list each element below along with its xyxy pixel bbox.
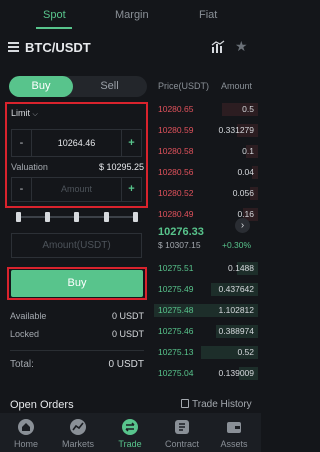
ask-price: 10280.49 [158,209,194,219]
tab-margin[interactable]: Margin [115,9,149,21]
bid-row[interactable]: 10275.48 1.102812 [154,304,258,317]
bid-price: 10275.13 [158,347,194,357]
orderbook-price-header: Price(USDT) [158,81,209,91]
bid-row[interactable]: 10275.13 0.52 [154,346,258,359]
price-input[interactable]: 10264.46 [32,130,121,156]
ask-amount: 0.04 [237,167,254,177]
trade-history-label: Trade History [192,399,252,410]
divider [10,350,144,351]
chart-icon[interactable] [211,40,225,54]
price-change: +0.30% [222,240,252,250]
slider-mark-50[interactable] [74,212,79,222]
ask-amount: 0.5 [242,104,254,114]
buy-button[interactable]: Buy [11,270,143,297]
nav-trade[interactable]: Trade [104,413,156,452]
valuation-label: Valuation [11,162,48,172]
bid-price: 10275.48 [158,305,194,315]
locked-value: 0 USDT [111,329,144,339]
chevron-right-icon[interactable]: › [235,218,250,233]
amount-decrement-button[interactable]: - [12,178,32,201]
ask-amount: 0.331279 [218,125,254,135]
ask-price: 10280.52 [158,188,194,198]
ask-row[interactable]: 10280.59 0.331279 [154,124,258,137]
available-label: Available [10,311,47,321]
bid-row[interactable]: 10275.49 0.437642 [154,283,258,296]
locked-label: Locked [10,329,40,339]
total-label: Total: [10,359,34,370]
pair-title[interactable]: BTC/USDT [25,40,91,55]
ask-row[interactable]: 10280.65 0.5 [154,103,258,116]
ask-amount: 0.056 [232,188,254,198]
amount-stepper: - Amount + [11,177,142,202]
bid-amount: 0.52 [237,347,254,357]
bid-amount: 0.437642 [218,284,254,294]
nav-label: Home [13,439,38,449]
ask-price: 10280.65 [158,104,194,114]
nav-assets[interactable]: Assets [208,413,260,452]
nav-label: Contract [164,439,199,449]
ask-price: 10280.56 [158,167,194,177]
sell-tab[interactable]: Sell [60,76,147,97]
last-price: 10276.33 [158,226,204,238]
slider-mark-25[interactable] [45,212,50,222]
bid-price: 10275.04 [158,368,194,378]
amount-increment-button[interactable]: + [121,178,141,201]
order-type-label: Limit [11,108,31,118]
ask-price: 10280.59 [158,125,194,135]
bid-price: 10275.49 [158,284,194,294]
home-icon [18,419,34,435]
price-increment-button[interactable]: + [121,130,141,156]
trade-history-link[interactable]: Trade History [181,399,252,410]
open-orders-title: Open Orders [10,399,74,411]
nav-label: Trade [118,439,142,449]
wallet-icon [227,422,241,433]
nav-contract[interactable]: Contract [156,413,208,452]
star-icon[interactable]: ★ [235,38,248,55]
buy-tab[interactable]: Buy [9,76,73,97]
slider-mark-100[interactable] [133,212,138,222]
bid-price: 10275.51 [158,263,194,273]
ask-row[interactable]: 10280.56 0.04 [154,166,258,179]
bid-amount: 1.102812 [218,305,254,315]
contract-icon [175,420,189,434]
bid-amount: 0.1488 [228,263,254,273]
ask-price: 10280.58 [158,146,194,156]
amount-input[interactable]: Amount [32,178,121,201]
price-decrement-button[interactable]: - [12,130,32,156]
bottom-nav: Home Markets Trade Contract Assets [0,413,261,452]
nav-home[interactable]: Home [0,413,52,452]
bid-row[interactable]: 10275.46 0.388974 [154,325,258,338]
last-price-usd: $ 10307.15 [158,240,201,250]
nav-label: Assets [220,439,248,449]
top-tabs: Spot Margin Fiat [0,0,261,30]
trade-icon [122,419,138,435]
markets-icon [70,419,86,435]
document-icon [181,399,189,408]
ask-row[interactable]: 10280.58 0.1 [154,145,258,158]
amount-usdt-input[interactable]: Amount(USDT) [11,233,142,258]
tab-fiat[interactable]: Fiat [199,9,217,21]
tab-underline [36,27,72,29]
bid-amount: 0.139009 [218,368,254,378]
bid-row[interactable]: 10275.04 0.139009 [154,367,258,380]
price-stepper: - 10264.46 + [11,129,142,157]
percent-slider[interactable] [16,211,140,223]
slider-handle[interactable] [16,212,21,222]
bid-row[interactable]: 10275.51 0.1488 [154,262,258,275]
bid-price: 10275.46 [158,326,194,336]
nav-label: Markets [61,439,94,449]
chevron-down-icon: ⌵ [32,111,38,118]
bid-amount: 0.388974 [218,326,254,336]
ask-amount: 0.1 [242,146,254,156]
orderbook-amount-header: Amount [221,81,253,91]
ask-row[interactable]: 10280.52 0.056 [154,187,258,200]
order-type-select[interactable]: Limit ⌵ [11,108,38,119]
slider-mark-75[interactable] [104,212,109,222]
menu-icon[interactable] [8,42,19,52]
total-value: 0 USDT [108,359,144,370]
available-value: 0 USDT [111,311,144,321]
nav-markets[interactable]: Markets [52,413,104,452]
valuation-value: $ 10295.25 [98,162,144,172]
tab-spot[interactable]: Spot [43,9,66,21]
